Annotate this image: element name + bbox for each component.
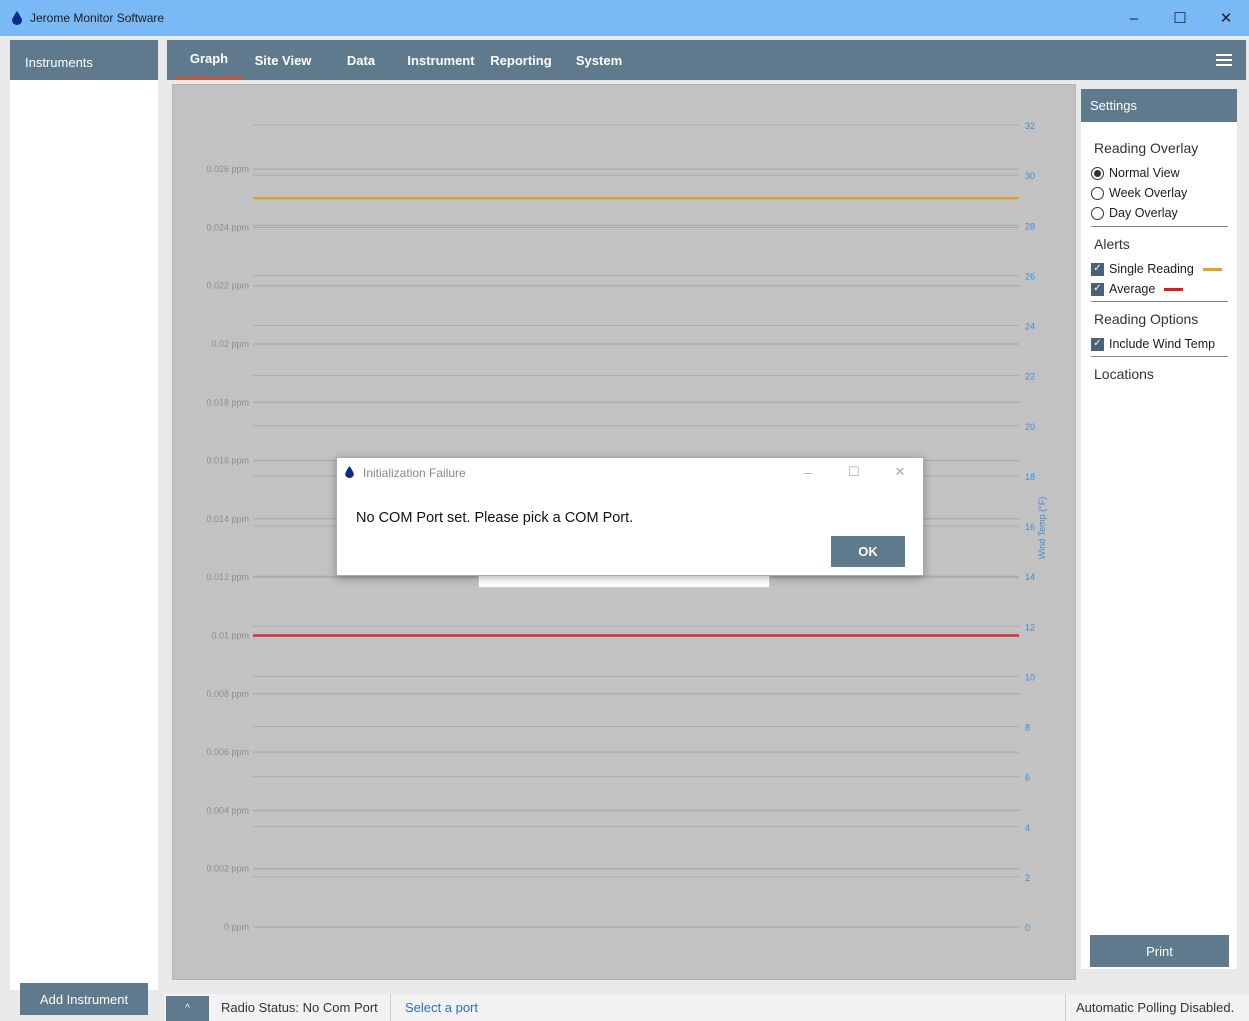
- alert-single-reading[interactable]: ✓ Single Reading: [1091, 262, 1222, 276]
- right-tick-label: 22: [1025, 372, 1035, 382]
- overlay-label: Normal View: [1109, 166, 1180, 180]
- right-tick-label: 32: [1025, 121, 1035, 131]
- tab-system[interactable]: System: [572, 40, 626, 80]
- alert-label: Average: [1109, 282, 1156, 296]
- left-tick-label: 0.016 ppm: [206, 456, 249, 466]
- reading-options-title: Reading Options: [1094, 311, 1199, 327]
- instruments-panel: Instruments: [10, 40, 158, 990]
- option-include-wind-temp[interactable]: ✓ Include Wind Temp: [1091, 337, 1215, 351]
- radio-icon[interactable]: [1091, 186, 1104, 200]
- right-tick-label: 12: [1025, 622, 1035, 632]
- right-axis-label: Wind Temp (°F): [1037, 497, 1047, 559]
- checkbox-checked-icon[interactable]: ✓: [1091, 337, 1104, 351]
- settings-panel: Settings Reading Overlay Normal View Wee…: [1081, 89, 1237, 969]
- overlay-label: Week Overlay: [1109, 186, 1188, 200]
- radio-selected-icon[interactable]: [1091, 166, 1104, 180]
- dialog-title: Initialization Failure: [363, 466, 466, 480]
- add-instrument-button[interactable]: Add Instrument: [20, 983, 148, 1015]
- window-title: Jerome Monitor Software: [30, 11, 165, 25]
- ok-button[interactable]: OK: [831, 536, 905, 567]
- maximize-button[interactable]: ☐: [1157, 0, 1203, 36]
- minimize-button[interactable]: –: [1111, 0, 1157, 36]
- settings-header: Settings: [1081, 89, 1237, 122]
- dialog-message: No COM Port set. Please pick a COM Port.: [356, 510, 634, 526]
- right-tick-label: 2: [1025, 873, 1030, 883]
- left-tick-label: 0.012 ppm: [206, 572, 249, 582]
- left-tick-label: 0.026 ppm: [206, 164, 249, 174]
- left-tick-label: 0.004 ppm: [206, 805, 249, 815]
- single-reading-swatch: [1202, 267, 1222, 271]
- checkbox-checked-icon[interactable]: ✓: [1091, 262, 1104, 276]
- right-tick-label: 20: [1025, 422, 1035, 432]
- reading-overlay-title: Reading Overlay: [1094, 140, 1199, 156]
- instruments-header: Instruments: [10, 40, 158, 80]
- checkbox-checked-icon[interactable]: ✓: [1091, 282, 1104, 296]
- tab-site-view[interactable]: Site View: [251, 40, 315, 80]
- right-tick-label: 28: [1025, 221, 1035, 231]
- overlay-option-normal[interactable]: Normal View: [1091, 166, 1180, 180]
- divider: [1091, 356, 1228, 357]
- title-bar: Jerome Monitor Software – ☐ ✕: [0, 0, 1249, 36]
- right-tick-label: 16: [1025, 522, 1035, 532]
- tab-data[interactable]: Data: [339, 40, 383, 80]
- right-tick-label: 30: [1025, 171, 1035, 181]
- tab-graph[interactable]: Graph: [175, 40, 243, 80]
- tab-reporting[interactable]: Reporting: [487, 40, 555, 80]
- radio-icon[interactable]: [1091, 206, 1104, 220]
- print-button[interactable]: Print: [1090, 935, 1229, 967]
- droplet-icon: [12, 11, 22, 25]
- background-dialog: [478, 576, 770, 588]
- left-tick-label: 0.018 ppm: [206, 397, 249, 407]
- droplet-icon: [345, 466, 354, 478]
- locations-title: Locations: [1094, 366, 1154, 382]
- left-tick-label: 0 ppm: [224, 922, 249, 932]
- radio-status: Radio Status: No Com Port: [221, 1000, 378, 1015]
- divider: [1065, 994, 1066, 1021]
- alert-average[interactable]: ✓ Average: [1091, 282, 1184, 296]
- alerts-title: Alerts: [1094, 236, 1130, 252]
- divider: [1091, 226, 1228, 227]
- right-tick-label: 18: [1025, 472, 1035, 482]
- chevron-up-icon[interactable]: ^: [166, 996, 209, 1021]
- average-swatch: [1164, 287, 1184, 291]
- right-tick-label: 10: [1025, 672, 1035, 682]
- menu-icon[interactable]: [1216, 54, 1232, 69]
- left-tick-label: 0.024 ppm: [206, 222, 249, 232]
- initialization-failure-dialog: Initialization Failure – ☐ ✕ No COM Port…: [336, 457, 924, 576]
- minimize-icon[interactable]: –: [785, 458, 831, 486]
- right-tick-label: 6: [1025, 773, 1030, 783]
- left-tick-label: 0.006 ppm: [206, 747, 249, 757]
- left-tick-label: 0.022 ppm: [206, 281, 249, 291]
- option-label: Include Wind Temp: [1109, 337, 1216, 351]
- divider: [1091, 301, 1228, 302]
- left-tick-label: 0.002 ppm: [206, 864, 249, 874]
- left-tick-label: 0.02 ppm: [211, 339, 249, 349]
- divider: [390, 994, 391, 1021]
- left-tick-label: 0.008 ppm: [206, 689, 249, 699]
- overlay-option-day[interactable]: Day Overlay: [1091, 206, 1178, 220]
- right-tick-label: 8: [1025, 723, 1030, 733]
- tab-instrument[interactable]: Instrument: [405, 40, 477, 80]
- right-tick-label: 14: [1025, 572, 1035, 582]
- polling-status: Automatic Polling Disabled.: [1076, 1000, 1235, 1015]
- right-tick-label: 24: [1025, 322, 1035, 332]
- right-tick-label: 4: [1025, 823, 1030, 833]
- maximize-icon[interactable]: ☐: [831, 458, 877, 486]
- right-tick-label: 26: [1025, 271, 1035, 281]
- tab-bar: Graph Site View Data Instrument Reportin…: [167, 40, 1246, 80]
- close-button[interactable]: ✕: [1203, 0, 1249, 36]
- status-bar: ^ Radio Status: No Com Port Select a por…: [164, 994, 1249, 1021]
- overlay-option-week[interactable]: Week Overlay: [1091, 186, 1187, 200]
- left-tick-label: 0.014 ppm: [206, 514, 249, 524]
- right-tick-label: 0: [1025, 923, 1030, 933]
- close-icon[interactable]: ✕: [877, 458, 923, 486]
- overlay-label: Day Overlay: [1109, 206, 1178, 220]
- alert-label: Single Reading: [1109, 262, 1194, 276]
- select-port-link[interactable]: Select a port: [405, 1000, 478, 1015]
- left-tick-label: 0.01 ppm: [211, 631, 249, 641]
